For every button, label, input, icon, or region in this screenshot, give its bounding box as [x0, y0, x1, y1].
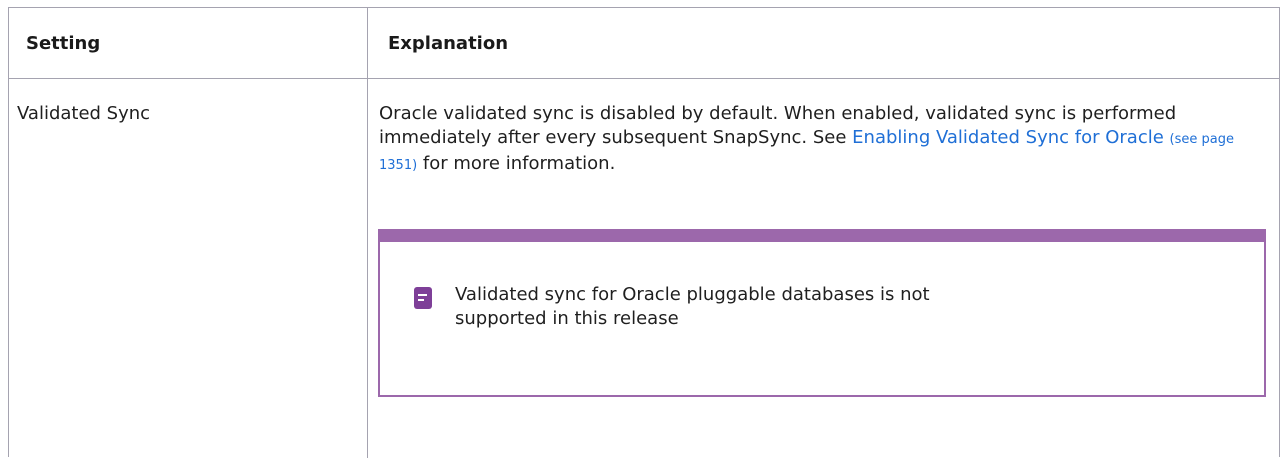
- note-icon-line-2: [418, 299, 424, 301]
- enabling-validated-sync-link[interactable]: Enabling Validated Sync for Oracle: [852, 127, 1164, 148]
- column-divider: [367, 8, 368, 458]
- setting-name: Validated Sync: [17, 103, 151, 124]
- explanation-text: Oracle validated sync is disabled by def…: [379, 102, 1259, 178]
- note-box: Validated sync for Oracle pluggable data…: [378, 229, 1266, 397]
- header-explanation: Explanation: [388, 33, 509, 54]
- note-icon: [414, 287, 432, 309]
- table-header-row: Setting Explanation: [9, 8, 1279, 79]
- explanation-after-link: for more information.: [417, 153, 616, 174]
- header-setting: Setting: [26, 33, 101, 54]
- note-text: Validated sync for Oracle pluggable data…: [455, 284, 930, 329]
- note-icon-line-1: [418, 294, 427, 296]
